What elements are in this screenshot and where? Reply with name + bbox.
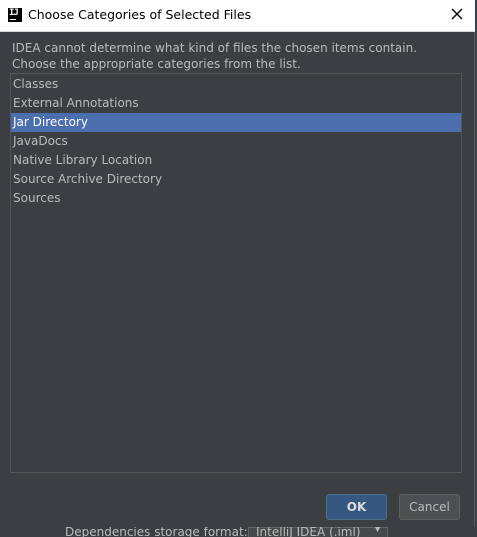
close-icon bbox=[451, 8, 463, 20]
background-window-strip: Dependencies storage format: IntelliJ ID… bbox=[0, 527, 477, 537]
list-item-native-library-location[interactable]: Native Library Location bbox=[11, 151, 461, 170]
dependencies-storage-label: Dependencies storage format: bbox=[65, 527, 248, 537]
storage-format-dropdown[interactable]: IntelliJ IDEA (.iml) ▼ bbox=[248, 527, 388, 537]
dialog-message: IDEA cannot determine what kind of files… bbox=[12, 40, 462, 72]
list-item-classes[interactable]: Classes bbox=[11, 75, 461, 94]
app-icon-underline bbox=[10, 19, 16, 20]
intellij-idea-icon: IJ bbox=[8, 8, 22, 22]
app-icon-text: IJ bbox=[9, 8, 19, 18]
cancel-button[interactable]: Cancel bbox=[399, 494, 460, 520]
message-line-2: Choose the appropriate categories from t… bbox=[12, 57, 301, 71]
list-item-external-annotations[interactable]: External Annotations bbox=[11, 94, 461, 113]
list-item-javadocs[interactable]: JavaDocs bbox=[11, 132, 461, 151]
list-item-source-archive-directory[interactable]: Source Archive Directory bbox=[11, 170, 461, 189]
list-item-jar-directory[interactable]: Jar Directory bbox=[11, 113, 461, 132]
categories-list[interactable]: Classes External Annotations Jar Directo… bbox=[10, 73, 462, 473]
choose-categories-dialog: IJ Choose Categories of Selected Files I… bbox=[0, 0, 477, 537]
storage-format-value: IntelliJ IDEA (.iml) bbox=[256, 527, 361, 537]
dialog-title: Choose Categories of Selected Files bbox=[28, 7, 252, 22]
ok-button[interactable]: OK bbox=[326, 494, 387, 520]
list-item-sources[interactable]: Sources bbox=[11, 189, 461, 208]
chevron-down-icon: ▼ bbox=[374, 527, 381, 534]
close-button[interactable] bbox=[445, 4, 469, 26]
title-bar[interactable]: IJ Choose Categories of Selected Files bbox=[0, 0, 475, 32]
message-line-1: IDEA cannot determine what kind of files… bbox=[12, 41, 418, 55]
